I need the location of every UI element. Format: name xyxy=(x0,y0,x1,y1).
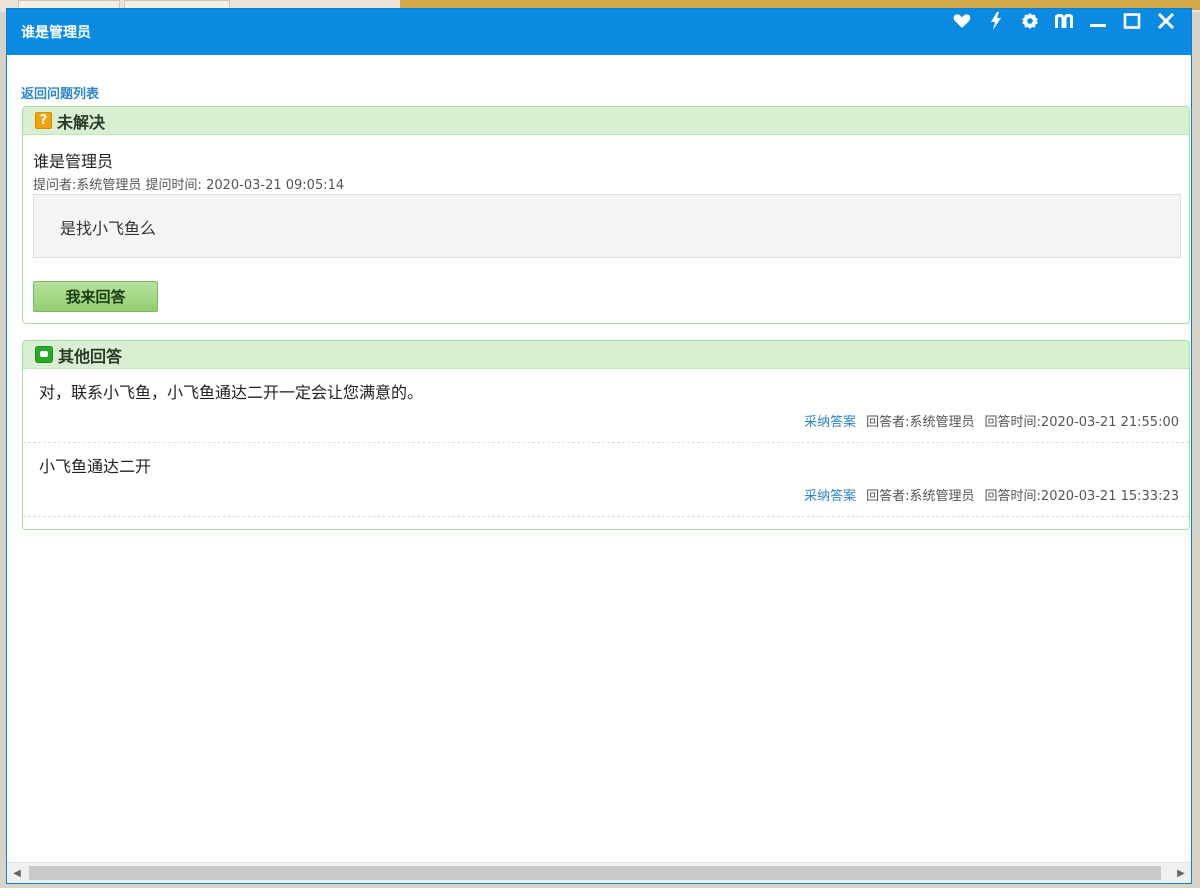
answer-text: 对，联系小飞鱼，小飞鱼通达二开一定会让您满意的。 xyxy=(39,383,424,402)
scroll-left-icon[interactable]: ◀ xyxy=(9,865,25,881)
adopt-answer-link[interactable]: 采纳答案 xyxy=(804,411,856,430)
question-meta: 提问者:系统管理员 提问时间: 2020-03-21 09:05:14 xyxy=(33,174,344,193)
other-answers-heading: 其他回答 xyxy=(58,346,123,366)
responder-label: 回答者: xyxy=(866,489,910,504)
answer-time-info: 回答时间:2020-03-21 15:33:23 xyxy=(985,485,1179,504)
maximize-icon[interactable] xyxy=(1115,11,1149,31)
content-area: 返回问题列表 ? 未解决 谁是管理员 提问者:系统管理员 提问时间: 2020-… xyxy=(7,55,1191,863)
responder-info: 回答者:系统管理员 xyxy=(866,411,974,430)
question-title: 谁是管理员 xyxy=(33,152,114,171)
answer-time-label: 回答时间: xyxy=(984,489,1041,504)
answer-item: 对，联系小飞鱼，小飞鱼通达二开一定会让您满意的。 采纳答案 回答者:系统管理员 … xyxy=(23,369,1189,443)
responder-label: 回答者: xyxy=(866,415,910,430)
responder-name: 系统管理员 xyxy=(909,489,975,504)
question-body-text: 是找小飞鱼么 xyxy=(60,219,157,238)
title-bar[interactable]: 谁是管理员 xyxy=(7,9,1191,55)
answer-item: 小飞鱼通达二开 采纳答案 回答者:系统管理员 回答时间:2020-03-21 1… xyxy=(23,443,1189,517)
answer-meta: 采纳答案 回答者:系统管理员 回答时间:2020-03-21 15:33:23 xyxy=(804,485,1179,504)
answer-meta: 采纳答案 回答者:系统管理员 回答时间:2020-03-21 21:55:00 xyxy=(804,411,1179,430)
window-controls xyxy=(945,11,1183,31)
other-answers-header: 其他回答 xyxy=(23,341,1189,369)
adopt-answer-link[interactable]: 采纳答案 xyxy=(804,485,856,504)
responder-name: 系统管理员 xyxy=(909,415,975,430)
answer-time: 2020-03-21 15:33:23 xyxy=(1040,489,1179,504)
answer-time-info: 回答时间:2020-03-21 21:55:00 xyxy=(985,411,1179,430)
asker-label: 提问者: xyxy=(33,178,77,193)
other-answers-panel: 其他回答 对，联系小飞鱼，小飞鱼通达二开一定会让您满意的。 采纳答案 回答者:系… xyxy=(22,340,1190,530)
question-mark-icon: ? xyxy=(35,112,52,129)
back-to-list-link[interactable]: 返回问题列表 xyxy=(21,83,99,102)
chat-bubble-icon xyxy=(35,346,53,363)
responder-info: 回答者:系统管理员 xyxy=(866,485,974,504)
scroll-right-icon[interactable]: ▶ xyxy=(1173,865,1189,881)
lightning-icon[interactable] xyxy=(979,11,1013,31)
answer-time: 2020-03-21 21:55:00 xyxy=(1040,415,1179,430)
status-label: 未解决 xyxy=(57,112,106,132)
horizontal-scrollbar[interactable]: ◀ ▶ xyxy=(7,862,1191,883)
answer-button[interactable]: 我来回答 xyxy=(33,281,158,312)
minimize-icon[interactable] xyxy=(1081,11,1115,31)
heart-icon[interactable] xyxy=(945,11,979,31)
question-body: 是找小飞鱼么 xyxy=(33,194,1181,258)
question-panel-header: ? 未解决 xyxy=(23,107,1189,135)
answer-time-label: 回答时间: xyxy=(984,415,1041,430)
asker-name: 系统管理员 xyxy=(76,178,142,193)
close-icon[interactable] xyxy=(1149,11,1183,31)
book-icon[interactable] xyxy=(1047,11,1081,31)
gear-icon[interactable] xyxy=(1013,11,1047,31)
ask-time-label: 提问时间: xyxy=(145,178,202,193)
question-panel: ? 未解决 谁是管理员 提问者:系统管理员 提问时间: 2020-03-21 0… xyxy=(22,106,1190,324)
dialog-window: 谁是管理员 返回问题列表 ? 未解决 谁是管理员 提问者:系统管理员 提问时间:… xyxy=(6,8,1192,884)
window-title: 谁是管理员 xyxy=(21,25,91,41)
ask-time: 2020-03-21 09:05:14 xyxy=(206,178,345,193)
scrollbar-thumb[interactable] xyxy=(29,866,1161,880)
answer-text: 小飞鱼通达二开 xyxy=(39,457,152,476)
